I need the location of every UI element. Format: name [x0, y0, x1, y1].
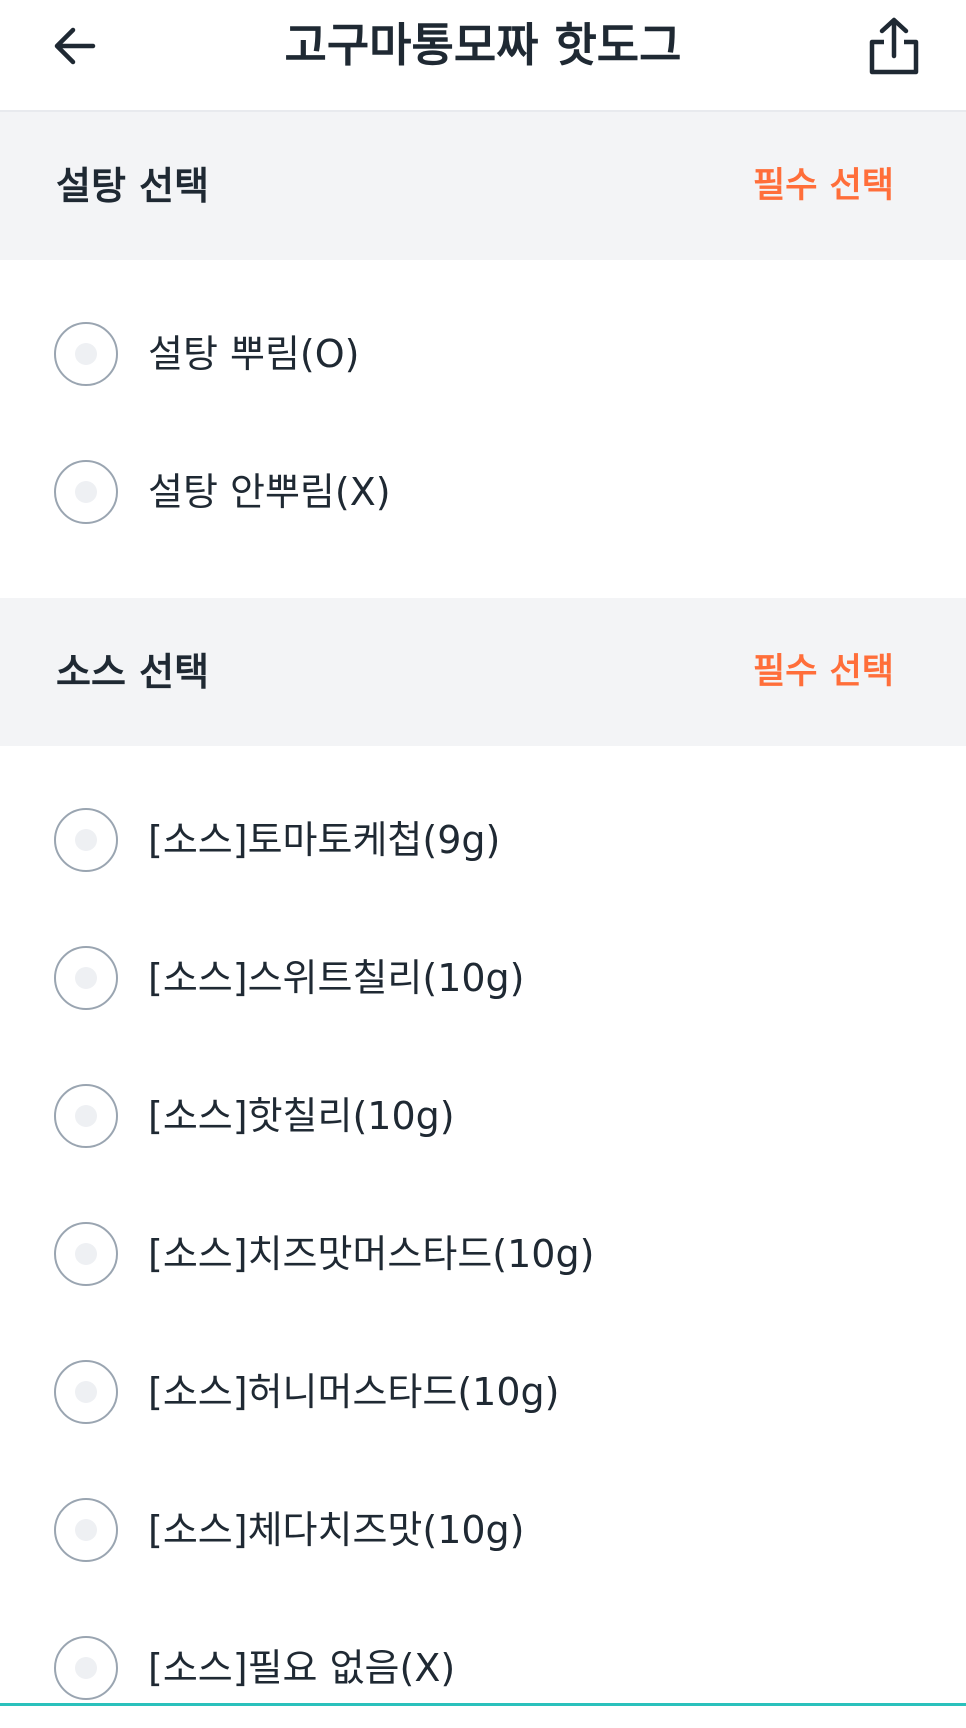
radio-dot — [75, 343, 97, 365]
option-label: 설탕 안뿌림(X) — [148, 470, 391, 514]
back-button[interactable] — [44, 20, 104, 72]
radio-dot — [75, 481, 97, 503]
option-sauce-none[interactable]: [소스]필요 없음(X) — [0, 1608, 966, 1728]
option-sauce-ketchup[interactable]: [소스]토마토케첩(9g) — [0, 780, 966, 900]
radio-button[interactable] — [54, 322, 118, 386]
radio-dot — [75, 1657, 97, 1679]
share-icon — [869, 17, 919, 75]
radio-dot — [75, 967, 97, 989]
option-label: [소스]핫칠리(10g) — [148, 1094, 455, 1138]
top-bar: 고구마통모짜 핫도그 — [0, 0, 966, 112]
option-label: 설탕 뿌림(O) — [148, 332, 360, 376]
radio-button[interactable] — [54, 1222, 118, 1286]
section-title: 소스 선택 — [56, 650, 210, 694]
option-sugar-off[interactable]: 설탕 안뿌림(X) — [0, 432, 966, 552]
arrow-left-icon — [54, 27, 96, 65]
option-sauce-cheddar[interactable]: [소스]체다치즈맛(10g) — [0, 1470, 966, 1590]
radio-button[interactable] — [54, 460, 118, 524]
radio-dot — [75, 1381, 97, 1403]
radio-dot — [75, 1243, 97, 1265]
radio-button[interactable] — [54, 1498, 118, 1562]
required-badge: 필수 선택 — [753, 166, 894, 206]
radio-button[interactable] — [54, 1636, 118, 1700]
section-header-sugar: 설탕 선택 필수 선택 — [0, 112, 966, 260]
radio-dot — [75, 829, 97, 851]
option-label: [소스]스위트칠리(10g) — [148, 956, 525, 1000]
option-label: [소스]허니머스타드(10g) — [148, 1370, 560, 1414]
required-badge: 필수 선택 — [753, 652, 894, 692]
radio-button[interactable] — [54, 1360, 118, 1424]
share-button[interactable] — [862, 14, 926, 78]
radio-button[interactable] — [54, 1084, 118, 1148]
radio-dot — [75, 1105, 97, 1127]
option-sauce-cheese-mustard[interactable]: [소스]치즈맛머스타드(10g) — [0, 1194, 966, 1314]
option-sauce-sweet-chili[interactable]: [소스]스위트칠리(10g) — [0, 918, 966, 1038]
option-sauce-hot-chili[interactable]: [소스]핫칠리(10g) — [0, 1056, 966, 1176]
option-label: [소스]필요 없음(X) — [148, 1646, 456, 1690]
section-header-sauce: 소스 선택 필수 선택 — [0, 598, 966, 746]
radio-button[interactable] — [54, 808, 118, 872]
radio-button[interactable] — [54, 946, 118, 1010]
option-label: [소스]체다치즈맛(10g) — [148, 1508, 525, 1552]
section-title: 설탕 선택 — [56, 164, 210, 208]
option-label: [소스]치즈맛머스타드(10g) — [148, 1232, 595, 1276]
option-sauce-honey-mustard[interactable]: [소스]허니머스타드(10g) — [0, 1332, 966, 1452]
radio-dot — [75, 1519, 97, 1541]
option-sugar-on[interactable]: 설탕 뿌림(O) — [0, 294, 966, 414]
option-label: [소스]토마토케첩(9g) — [148, 818, 501, 862]
page-title: 고구마통모짜 핫도그 — [284, 18, 682, 72]
